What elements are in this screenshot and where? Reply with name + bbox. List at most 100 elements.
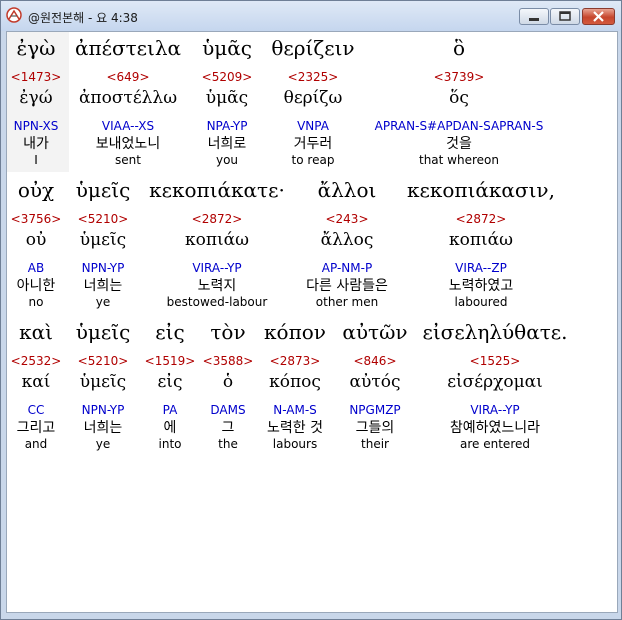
greek-word: ἀπέστειλα — [74, 36, 182, 60]
english-gloss: you — [215, 153, 239, 167]
word-token[interactable]: κεκοπιάκατε· <2872> κοπιάω VIRA--YP 노력지 … — [143, 178, 291, 309]
lemma: ὑμεῖς — [79, 372, 127, 392]
strongs-number[interactable]: <3588> — [199, 354, 257, 368]
strongs-number[interactable]: <846> — [337, 354, 413, 368]
morphology-code: VIRA--YP — [192, 261, 242, 275]
lemma: κόπος — [269, 372, 321, 392]
word-token[interactable]: κεκοπιάκασιν, <2872> κοπιάω VIRA--ZP 노력하… — [403, 178, 559, 309]
english-gloss: bestowed-labour — [166, 295, 268, 309]
lemma: οὐ — [25, 230, 47, 250]
korean-gloss: 아니한 — [16, 278, 56, 294]
interlinear-view[interactable]: ἐγὼ <1473> ἐγώ NPN-XS 내가 I ἀπέστειλα <64… — [6, 31, 618, 613]
morphology-code: DAMS — [210, 403, 246, 417]
word-token[interactable]: ὑμεῖς <5210> ὑμεῖς NPN-YP 너희는 ye — [67, 320, 139, 451]
morphology-code: VIAA--XS — [101, 119, 155, 133]
close-button[interactable] — [582, 8, 615, 25]
word-token[interactable]: εἰς <1519> εἰς PA 에 into — [143, 320, 197, 451]
word-token[interactable]: ὑμᾶς <5209> ὑμᾶς NPA-YP 너희로 you — [189, 36, 265, 167]
greek-word: ὑμᾶς — [202, 36, 252, 60]
lemma: ὁ — [222, 372, 234, 392]
word-token[interactable]: θερίζειν <2325> θερίζω VNPA 거두러 to reap — [265, 36, 361, 167]
word-token[interactable]: καὶ <2532> καί CC 그리고 and — [8, 320, 64, 451]
word-token[interactable]: αὐτῶν <846> αὐτός NPGMZP 그들의 their — [337, 320, 413, 451]
lemma: ὅς — [449, 88, 469, 108]
strongs-number[interactable]: <1525> — [417, 354, 573, 368]
strongs-number[interactable]: <2872> — [143, 212, 291, 226]
morphology-code: AP-NM-P — [321, 261, 373, 275]
lemma: θερίζω — [283, 88, 343, 108]
korean-gloss: 노력한 것 — [267, 420, 323, 436]
morphology-code: NPN-YP — [81, 261, 125, 275]
app-window: @원전본해 - 요 4:38 ἐγὼ <1473> ἐγώ NPN-XS 내가 … — [0, 0, 622, 620]
title-bar[interactable]: @원전본해 - 요 4:38 — [1, 1, 621, 31]
strongs-number[interactable]: <2325> — [265, 70, 361, 84]
greek-word: εἰς — [155, 320, 185, 344]
greek-word: ἄλλοι — [317, 178, 377, 202]
window-title: @원전본해 - 요 4:38 — [28, 11, 138, 25]
morphology-code: APRAN-S#APDAN-SAPRAN-S — [374, 119, 544, 133]
strongs-number[interactable]: <5209> — [189, 70, 265, 84]
english-gloss: their — [361, 437, 389, 451]
strongs-number[interactable]: <1519> — [143, 354, 197, 368]
korean-gloss: 거두러 — [293, 136, 333, 152]
greek-word: οὐχ — [17, 178, 55, 202]
maximize-button[interactable] — [550, 8, 580, 25]
word-token[interactable]: ἐγὼ <1473> ἐγώ NPN-XS 내가 I — [8, 36, 64, 167]
strongs-number[interactable]: <649> — [69, 70, 187, 84]
minimize-button[interactable] — [519, 8, 549, 25]
word-token[interactable]: ἄλλοι <243> ἄλλος AP-NM-P 다른 사람들은 other … — [297, 178, 397, 309]
korean-gloss: 참예하였느니라 — [449, 420, 541, 436]
english-gloss: I — [34, 153, 38, 167]
strongs-number[interactable]: <243> — [297, 212, 397, 226]
korean-gloss: 그리고 — [16, 420, 56, 436]
greek-word: ὑμεῖς — [75, 178, 131, 202]
word-token[interactable]: ὃ <3739> ὅς APRAN-S#APDAN-SAPRAN-S 것을 th… — [369, 36, 549, 167]
english-gloss: and — [24, 437, 48, 451]
lemma: κοπιάω — [448, 230, 514, 250]
word-token[interactable]: ἀπέστειλα <649> ἀποστέλλω VIAA--XS 보내었노니… — [69, 36, 187, 167]
english-gloss: laboured — [454, 295, 508, 309]
word-token[interactable]: ὑμεῖς <5210> ὑμεῖς NPN-YP 너희는 ye — [67, 178, 139, 309]
app-icon — [6, 7, 22, 23]
strongs-number[interactable]: <2873> — [259, 354, 331, 368]
korean-gloss: 노력지 — [197, 278, 237, 294]
english-gloss: are entered — [460, 437, 530, 451]
korean-gloss: 에 — [163, 420, 177, 436]
morphology-code: PA — [162, 403, 178, 417]
strongs-number[interactable]: <2872> — [403, 212, 559, 226]
greek-word: ὑμεῖς — [75, 320, 131, 344]
korean-gloss: 너희로 — [207, 136, 247, 152]
english-gloss: into — [158, 437, 182, 451]
lemma: εἰσέρχομαι — [447, 372, 543, 392]
strongs-number[interactable]: <3739> — [369, 70, 549, 84]
morphology-code: VIRA--YP — [470, 403, 520, 417]
greek-word: αὐτῶν — [342, 320, 408, 344]
strongs-number[interactable]: <1473> — [8, 70, 64, 84]
english-gloss: other men — [315, 295, 379, 309]
lemma: ὑμᾶς — [205, 88, 249, 108]
strongs-number[interactable]: <5210> — [67, 212, 139, 226]
korean-gloss: 내가 — [23, 136, 49, 152]
strongs-number[interactable]: <3756> — [8, 212, 64, 226]
lemma: ἀποστέλλω — [78, 88, 178, 108]
greek-word: κεκοπιάκασιν, — [407, 178, 555, 202]
korean-gloss: 것을 — [446, 136, 472, 152]
greek-word: θερίζειν — [271, 36, 355, 60]
morphology-code: NPGMZP — [349, 403, 401, 417]
word-token[interactable]: κόπον <2873> κόπος N-AM-S 노력한 것 labours — [259, 320, 331, 451]
korean-gloss: 그들의 — [355, 420, 395, 436]
lemma: ὑμεῖς — [79, 230, 127, 250]
korean-gloss: 보내었노니 — [95, 136, 161, 152]
morphology-code: VNPA — [297, 119, 329, 133]
word-token[interactable]: τὸν <3588> ὁ DAMS 그 the — [199, 320, 257, 451]
morphology-code: AB — [27, 261, 45, 275]
morphology-code: VIRA--ZP — [455, 261, 507, 275]
strongs-number[interactable]: <5210> — [67, 354, 139, 368]
english-gloss: ye — [95, 437, 111, 451]
lemma: ἄλλος — [320, 230, 374, 250]
word-token[interactable]: εἰσεληλύθατε. <1525> εἰσέρχομαι VIRA--YP… — [417, 320, 573, 451]
word-token[interactable]: οὐχ <3756> οὐ AB 아니한 no — [8, 178, 64, 309]
english-gloss: the — [218, 437, 238, 451]
greek-word: ἐγὼ — [16, 36, 56, 60]
strongs-number[interactable]: <2532> — [8, 354, 64, 368]
